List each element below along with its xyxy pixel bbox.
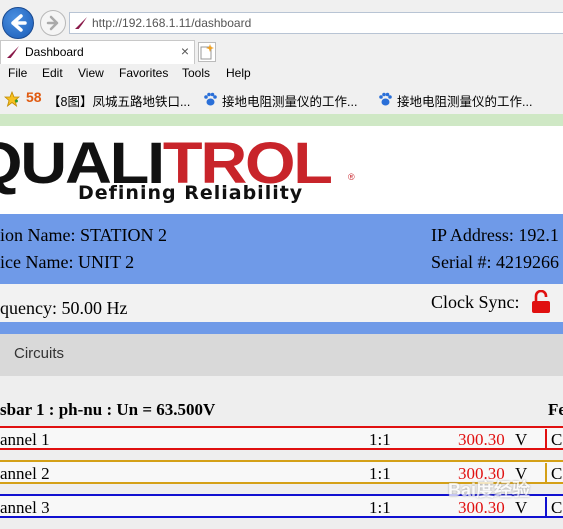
arrow-right-icon (46, 15, 59, 31)
favorites-bar: 58 【8图】凤城五路地铁口... 接地电阻测量仪的工作... 接地电阻测量仪的… (0, 86, 563, 112)
brand-header: QUALITROL ® Defining Reliability (0, 126, 563, 214)
channel-value: 300.30 (458, 430, 505, 449)
browser-chrome: http://192.168.1.11/dashboard Dashboard … (0, 0, 563, 114)
channel-name: annel 2 (0, 464, 50, 483)
arrow-left-icon (11, 14, 27, 32)
forward-button[interactable] (40, 10, 66, 36)
new-tab-icon (200, 44, 214, 60)
channel-separator (545, 463, 547, 482)
registered-mark: ® (348, 172, 355, 182)
divider-bar (0, 322, 563, 334)
circuits-content: sbar 1 : ph-nu : Un = 63.500V Fe annel 1… (0, 376, 563, 529)
channel-extra: C (551, 464, 563, 483)
menu-tools[interactable]: Tools (182, 66, 210, 80)
channel-name: annel 1 (0, 430, 50, 449)
address-url[interactable]: http://192.168.1.11/dashboard (92, 16, 251, 30)
circuits-label: Circuits (14, 345, 65, 362)
new-tab-button[interactable] (198, 42, 216, 62)
menu-file[interactable]: File (8, 66, 27, 80)
unlocked-padlock-icon (532, 290, 550, 313)
site-favicon-icon (75, 17, 87, 29)
baidu-paw-icon (204, 92, 217, 106)
menu-help[interactable]: Help (226, 66, 251, 80)
channel-ratio: 1:1 (369, 464, 391, 483)
ip-address: IP Address: 192.1 (431, 225, 559, 245)
channel-name: annel 3 (0, 498, 50, 517)
menu-view[interactable]: View (78, 66, 104, 80)
channel-ratio: 1:1 (369, 498, 391, 517)
channel-separator (545, 497, 547, 516)
channel-unit: V (515, 430, 528, 449)
tab-strip: Dashboard × (0, 38, 563, 64)
back-button[interactable] (2, 7, 34, 39)
channel-row[interactable]: annel 1 1:1 300.30 V C (0, 426, 563, 450)
channel-separator (545, 429, 547, 448)
menu-bar: File Edit View Favorites Tools Help (0, 64, 563, 84)
logo-tagline: Defining Reliability (78, 182, 304, 204)
busbar-header: sbar 1 : ph-nu : Un = 63.500V (0, 400, 216, 419)
tab-close-icon[interactable]: × (181, 43, 189, 59)
clock-sync-label: Clock Sync: (431, 292, 520, 312)
channel-ratio: 1:1 (369, 430, 391, 449)
column-header-right: Fe (548, 400, 563, 419)
menu-edit[interactable]: Edit (42, 66, 63, 80)
channel-extra: C (551, 430, 563, 449)
top-strip (0, 114, 563, 126)
favorites-star-icon[interactable] (4, 91, 20, 107)
channel-extra: C (551, 498, 563, 517)
serial-number: Serial #: 4219266 (431, 252, 559, 272)
station-name: ion Name: STATION 2 (0, 225, 168, 245)
tab-favicon-icon (7, 46, 19, 58)
favorite-link-1[interactable]: 【8图】凤城五路地铁口... (48, 91, 190, 110)
circuits-tab[interactable]: Circuits (0, 334, 563, 376)
address-bar[interactable]: http://192.168.1.11/dashboard (69, 12, 563, 34)
favorite-link-3[interactable]: 接地电阻测量仪的工作... (397, 91, 532, 110)
tab-title: Dashboard (25, 45, 84, 59)
favorite-link-2[interactable]: 接地电阻测量仪的工作... (222, 91, 357, 110)
baidu-paw-icon (379, 92, 392, 106)
menu-favorites[interactable]: Favorites (119, 66, 168, 80)
58-logo-icon[interactable]: 58 (26, 89, 42, 105)
frequency-value: quency: 50.00 Hz (0, 298, 128, 318)
watermark: Bai度经验 (448, 480, 531, 500)
frequency-panel: quency: 50.00 Hz Clock Sync: (0, 284, 563, 322)
device-name: ice Name: UNIT 2 (0, 252, 135, 272)
tab-dashboard[interactable]: Dashboard × (0, 40, 195, 64)
station-info-panel: ion Name: STATION 2 ice Name: UNIT 2 IP … (0, 214, 563, 284)
